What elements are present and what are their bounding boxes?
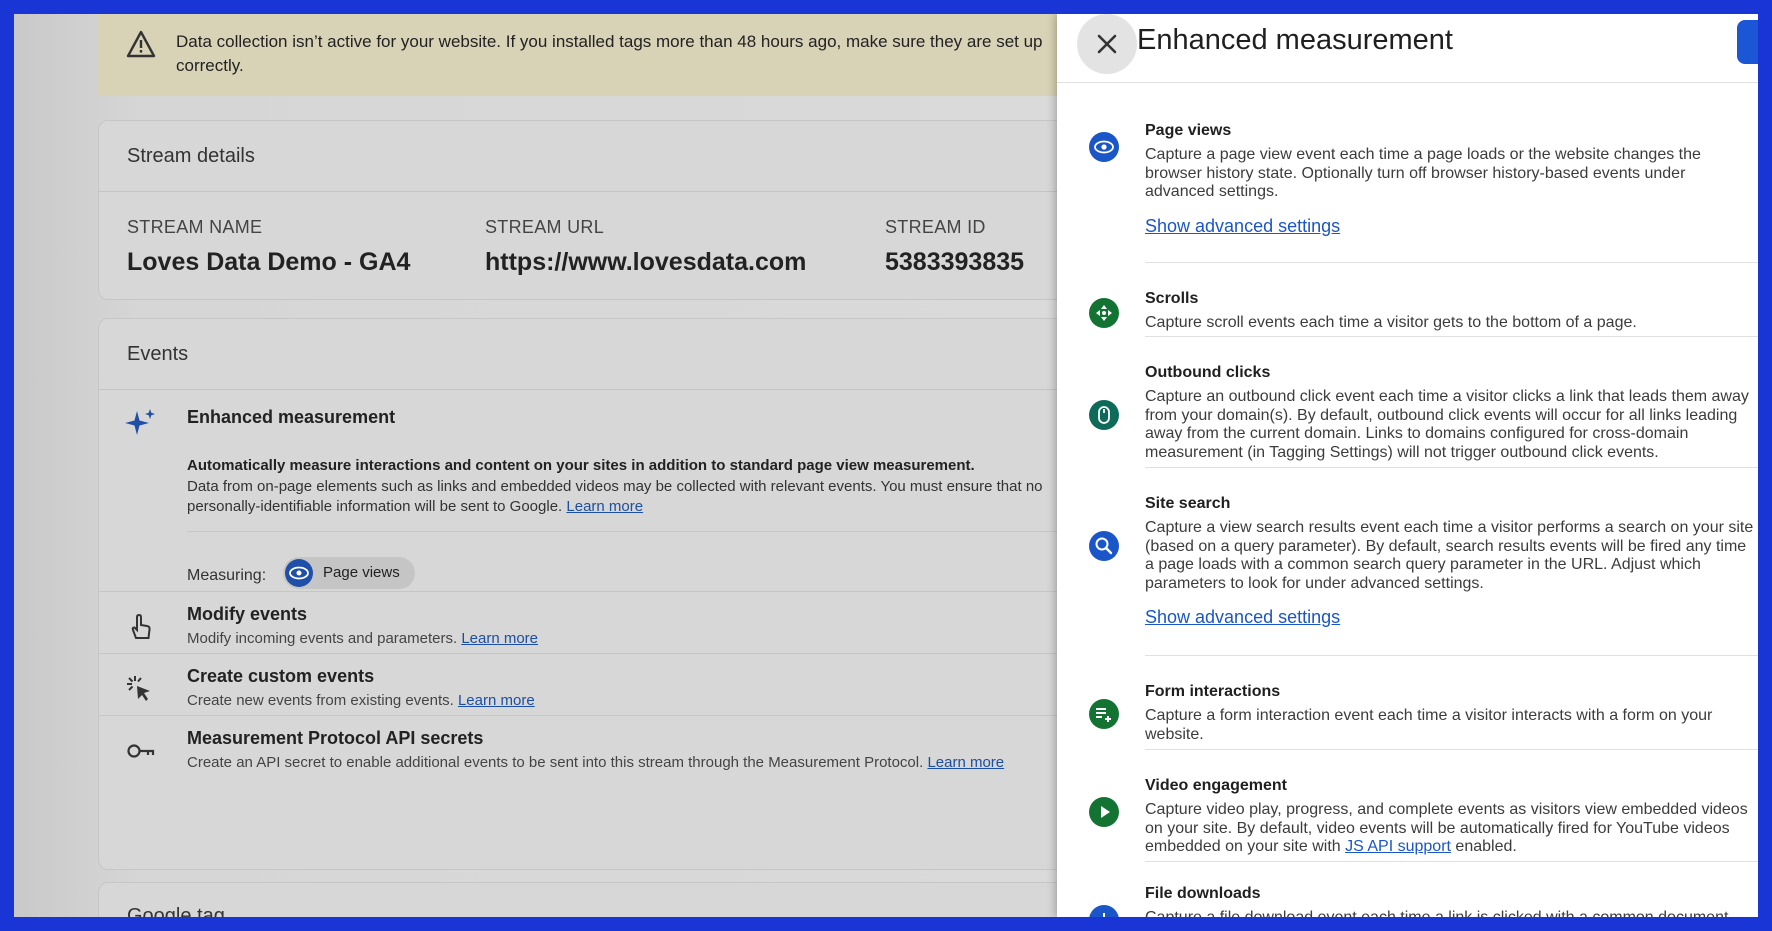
- js-api-support-link[interactable]: JS API support: [1345, 838, 1451, 855]
- form-icon: [1089, 699, 1119, 729]
- enhanced-measurement-panel: Enhanced measurement Page views Capture …: [1057, 14, 1758, 917]
- mouse-icon: [1089, 400, 1119, 430]
- google-tag-title: Google tag: [127, 905, 225, 917]
- form-interactions-desc: Capture a form interaction event each ti…: [1145, 707, 1713, 743]
- panel-header: Enhanced measurement: [1057, 14, 1758, 83]
- stream-url-value: https://www.lovesdata.com: [485, 248, 807, 276]
- eye-icon: [1089, 132, 1119, 162]
- modify-events-title: Modify events: [187, 604, 308, 624]
- divider: [1145, 655, 1758, 656]
- stream-id-value: 5383393835: [885, 248, 1025, 276]
- stream-url: STREAM URL https://www.lovesdata.com: [485, 217, 806, 277]
- search-icon: [1089, 531, 1119, 561]
- page-views-chip: Page views: [283, 557, 415, 589]
- measurement-protocol-title: Measurement Protocol API secrets: [187, 728, 484, 748]
- create-custom-events-row[interactable]: Create custom events Create new events f…: [99, 653, 1075, 724]
- stream-details-title: Stream details: [99, 121, 1075, 192]
- enhanced-measurement-description: Data from on-page elements such as links…: [187, 477, 1077, 517]
- outbound-clicks-title: Outbound clicks: [1145, 364, 1271, 381]
- close-icon: [1097, 34, 1117, 54]
- background-page: Data collection isn’t active for your we…: [14, 14, 1076, 917]
- events-card: Events Enhanced measurement Automaticall…: [98, 318, 1075, 870]
- create-custom-events-desc-text: Create new events from existing events.: [187, 692, 454, 709]
- video-engagement-desc: Capture video play, progress, and comple…: [1145, 801, 1757, 857]
- page-views-title: Page views: [1145, 122, 1232, 139]
- video-engagement-title: Video engagement: [1145, 777, 1287, 794]
- modify-events-row[interactable]: Modify events Modify incoming events and…: [99, 591, 1075, 662]
- outbound-clicks-desc: Capture an outbound click event each tim…: [1145, 388, 1749, 461]
- eye-icon: [285, 559, 313, 587]
- divider: [1145, 861, 1758, 862]
- divider: [1145, 262, 1758, 263]
- stream-url-label: STREAM URL: [485, 217, 605, 237]
- divider: [1145, 749, 1758, 750]
- modify-events-desc-text: Modify incoming events and parameters.: [187, 630, 458, 647]
- save-button[interactable]: [1737, 20, 1758, 64]
- warning-text: Data collection isn’t active for your we…: [176, 32, 1043, 75]
- close-button[interactable]: [1077, 14, 1137, 74]
- stream-name-label: STREAM NAME: [127, 217, 263, 237]
- site-search-title: Site search: [1145, 495, 1231, 512]
- stream-id-label: STREAM ID: [885, 217, 986, 237]
- touch-icon: [131, 613, 151, 639]
- warning-icon: [126, 30, 156, 58]
- file-downloads-title: File downloads: [1145, 885, 1261, 902]
- measurement-protocol-desc-text: Create an API secret to enable additiona…: [187, 754, 924, 771]
- warning-banner: Data collection isn’t active for your we…: [98, 14, 1074, 96]
- scrolls-desc: Capture scroll events each time a visito…: [1145, 314, 1637, 331]
- enhanced-measurement-title: Enhanced measurement: [187, 407, 396, 427]
- create-custom-events-desc: Create new events from existing events. …: [187, 692, 535, 709]
- measurement-protocol-desc: Create an API secret to enable additiona…: [187, 754, 1004, 771]
- page-views-advanced-settings-link[interactable]: Show advanced settings: [1145, 216, 1340, 237]
- stream-details-card: Stream details STREAM NAME Loves Data De…: [98, 120, 1075, 300]
- video-engagement-desc-end: enabled.: [1450, 838, 1517, 855]
- stream-name-value: Loves Data Demo - GA4: [127, 248, 411, 276]
- page-views-chip-label: Page views: [323, 564, 400, 581]
- download-icon: [1089, 905, 1119, 917]
- modify-events-desc: Modify incoming events and parameters. L…: [187, 630, 538, 647]
- site-search-advanced-settings-link[interactable]: Show advanced settings: [1145, 607, 1340, 628]
- form-interactions-title: Form interactions: [1145, 683, 1281, 700]
- page-views-desc: Capture a page view event each time a pa…: [1145, 146, 1701, 200]
- divider: [1145, 467, 1758, 468]
- app-frame: Data collection isn’t active for your we…: [14, 14, 1758, 917]
- learn-more-link[interactable]: Learn more: [461, 630, 538, 647]
- learn-more-link[interactable]: Learn more: [927, 754, 1004, 771]
- google-tag-card: Google tag: [98, 882, 1076, 917]
- learn-more-link[interactable]: Learn more: [566, 498, 643, 515]
- click-cursor-icon: [127, 676, 150, 701]
- learn-more-link[interactable]: Learn more: [458, 692, 535, 709]
- divider: [1145, 336, 1758, 337]
- measurement-protocol-row[interactable]: Measurement Protocol API secrets Create …: [99, 715, 1075, 786]
- play-icon: [1089, 797, 1119, 827]
- create-custom-events-title: Create custom events: [187, 666, 375, 686]
- sparkle-icon: [125, 409, 155, 435]
- file-downloads-desc: Capture a file download event each time …: [1145, 909, 1757, 917]
- scrolls-title: Scrolls: [1145, 290, 1199, 307]
- events-title: Events: [99, 319, 1075, 390]
- site-search-desc: Capture a view search results event each…: [1145, 519, 1754, 592]
- divider: [187, 531, 1075, 532]
- stream-id: STREAM ID 5383393835: [885, 217, 1024, 277]
- scroll-icon: [1089, 298, 1119, 328]
- key-icon: [127, 744, 155, 758]
- stream-name: STREAM NAME Loves Data Demo - GA4: [127, 217, 410, 277]
- enhanced-measurement-summary: Automatically measure interactions and c…: [187, 457, 975, 474]
- panel-title: Enhanced measurement: [1137, 24, 1453, 56]
- measuring-label: Measuring:: [187, 567, 267, 584]
